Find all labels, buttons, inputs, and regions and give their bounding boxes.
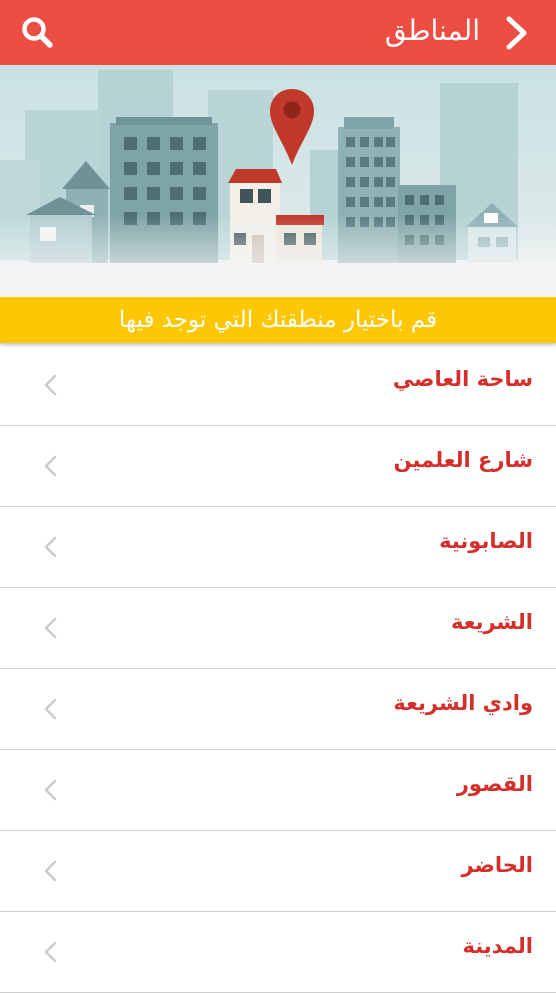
app-bar: المناطق [0,0,556,65]
prompt-text: قم باختيار منطقتك التي توجد فيها [118,307,438,333]
city-map-pin-illustration [0,65,556,297]
list-item-label: المدينة [462,934,534,958]
list-item-label: وادي الشريعة [393,691,533,715]
chevron-right-icon[interactable] [498,15,534,51]
list-item-label: ساحة العاصي [392,367,533,391]
list-item-label: شارع العلمين [393,448,533,472]
list-item[interactable]: الصابونية [0,507,556,588]
page-title: المناطق [384,14,480,47]
chevron-left-icon [44,941,57,963]
chevron-left-icon [44,536,57,558]
list-item-label: الصابونية [439,529,533,553]
chevron-left-icon [44,860,57,882]
select-area-prompt: قم باختيار منطقتك التي توجد فيها [0,297,556,343]
list-item[interactable]: القصور [0,750,556,831]
list-item-label: الشريعة [451,610,533,634]
chevron-left-icon [44,698,57,720]
city-banner [0,65,556,297]
list-item[interactable]: ساحة العاصي [0,345,556,426]
search-icon[interactable] [20,15,54,49]
chevron-left-icon [44,374,57,396]
list-item-label: القصور [456,772,533,796]
list-item[interactable]: شارع العلمين [0,426,556,507]
list-item[interactable]: الشريعة [0,588,556,669]
list-item[interactable]: الحاضر [0,831,556,912]
list-item-label: الحاضر [461,853,533,877]
chevron-left-icon [44,617,57,639]
list-item[interactable]: المدينة [0,912,556,993]
list-item[interactable]: وادي الشريعة [0,669,556,750]
chevron-left-icon [44,455,57,477]
chevron-left-icon [44,779,57,801]
areas-list: ساحة العاصي شارع العلمين الصابونية الشري… [0,345,556,993]
